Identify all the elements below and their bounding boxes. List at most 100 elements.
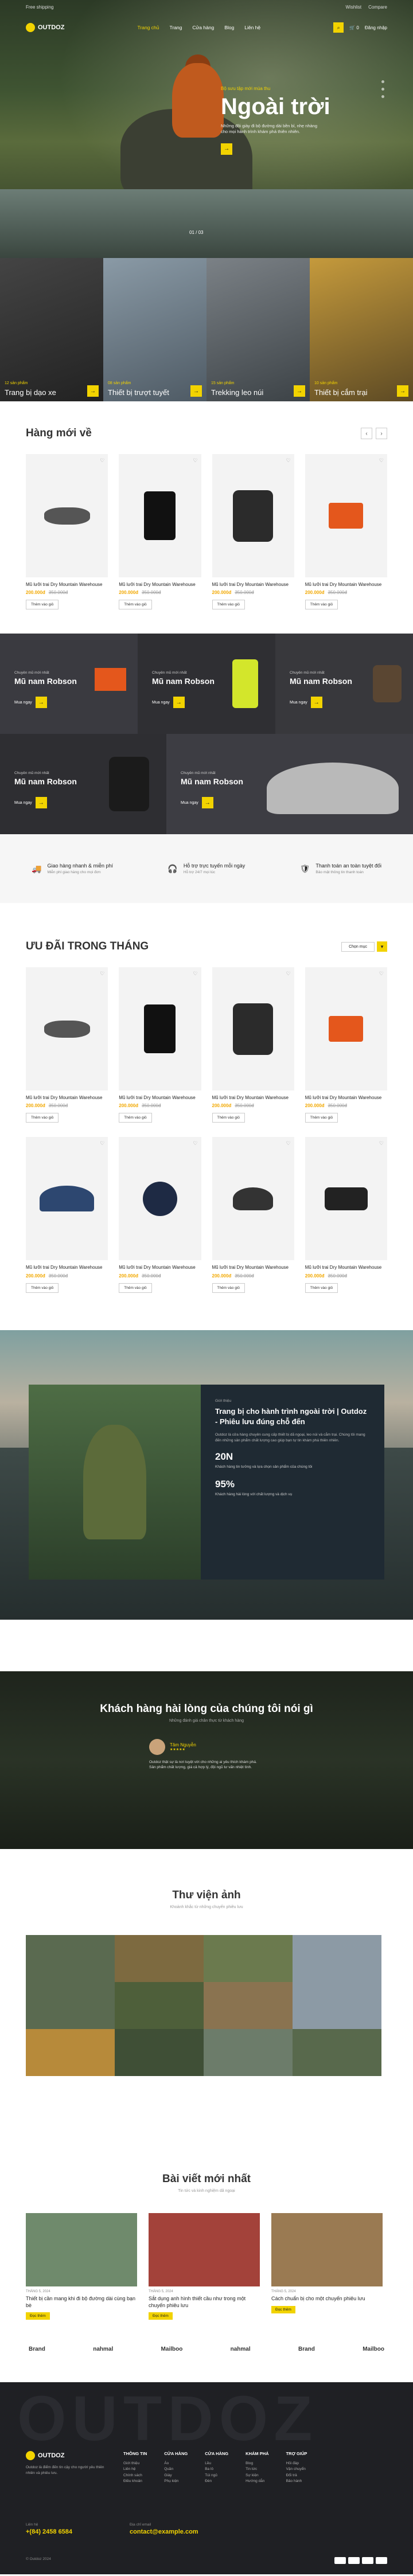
promo-banner[interactable]: Chuyên mũ mới nhất Mũ nam Robson Mua ngay… xyxy=(0,634,138,734)
new-arrivals-section: Hàng mới về ‹ › ♡ Mũ lưỡi trai Dry Mounta… xyxy=(0,427,413,634)
footer: OUTDOZ OUTDOZ Outdoz là điểm đến tin cậy … xyxy=(0,2382,413,2574)
gallery-image[interactable] xyxy=(26,1935,115,2029)
add-to-cart-button[interactable]: Thêm vào giỏ xyxy=(119,1113,152,1123)
gallery-section: Thư viện ảnh Khoảnh khắc từ những chuyến… xyxy=(0,1889,413,2150)
account-link[interactable]: Đăng nhập xyxy=(365,25,387,30)
brand-logo: nahmal xyxy=(230,2346,251,2352)
product-card[interactable]: ♡ Mũ lưỡi trai Dry Mountain Warehouse 20… xyxy=(305,454,387,610)
gallery-image[interactable] xyxy=(115,1935,204,1982)
about-eyebrow: Giới thiệu xyxy=(215,1399,232,1403)
category-ski[interactable]: 08 sản phẩm Thiết bị trượt tuyết → xyxy=(103,258,206,401)
arrow-right-icon: → xyxy=(87,385,99,397)
add-to-cart-button[interactable]: Thêm vào giỏ xyxy=(26,600,59,610)
product-card[interactable]: ♡ Mũ lưỡi trai Dry Mountain Warehouse 200.… xyxy=(119,1137,201,1293)
gallery-image[interactable] xyxy=(26,2029,115,2076)
add-to-cart-button[interactable]: Thêm vào giỏ xyxy=(305,600,338,610)
brand-logo: Brand xyxy=(29,2346,45,2352)
menu-item-shop[interactable]: Cửa hàng xyxy=(192,25,214,30)
gallery-image[interactable] xyxy=(293,1935,381,2029)
prev-arrow-icon[interactable]: ‹ xyxy=(361,428,372,439)
filter-select[interactable]: Chọn mục xyxy=(341,941,375,952)
category-biking[interactable]: 12 sản phẩm Trang bị dạo xe → xyxy=(0,258,103,401)
read-more-link[interactable]: Đọc thêm xyxy=(149,2312,173,2320)
menu-item-home[interactable]: Trang chủ xyxy=(138,25,159,30)
hero-subtitle: Bộ sưu tập mới mùa thu xyxy=(221,86,271,91)
gallery-image[interactable] xyxy=(115,2029,204,2076)
product-card[interactable]: ♡ Mũ lưỡi trai Dry Mountain Warehouse 20… xyxy=(119,454,201,610)
features-bar: 🚚 Giao hàng nhanh & miễn phí Miễn phí giao… xyxy=(0,834,413,903)
blog-post[interactable]: THÁNG 5, 2024 Cách chuẩn bị cho một chuyế… xyxy=(271,2213,383,2320)
add-to-cart-button[interactable]: Thêm vào giỏ xyxy=(212,1283,245,1293)
chevron-down-icon[interactable]: ▾ xyxy=(377,941,387,952)
add-to-cart-button[interactable]: Thêm vào giỏ xyxy=(305,1283,338,1293)
gallery-image[interactable] xyxy=(204,1982,293,2029)
logo[interactable]: OUTDOZ xyxy=(26,23,64,32)
category-trekking[interactable]: 15 sản phẩm Trekking leo núi → xyxy=(206,258,310,401)
heart-icon: ♡ xyxy=(379,1140,384,1147)
product-card[interactable]: ♡ Mũ lưỡi trai Dry Mountain Warehouse 200.… xyxy=(305,1137,387,1293)
gallery-image[interactable] xyxy=(115,1982,204,2029)
promo-banner[interactable]: Chuyên mũ mới nhất Mũ nam Robson Mua ngay… xyxy=(275,634,413,734)
search-icon[interactable]: ⌕ xyxy=(333,22,344,33)
heart-icon[interactable]: ♡ xyxy=(193,458,197,464)
payment-icons xyxy=(334,2557,387,2564)
add-to-cart-button[interactable]: Thêm vào giỏ xyxy=(26,1283,59,1293)
add-to-cart-button[interactable]: Thêm vào giỏ xyxy=(119,600,152,610)
gallery-image[interactable] xyxy=(293,2029,381,2076)
blog-post[interactable]: THÁNG 5, 2024 Sắt dụng anh hình thiết cầu… xyxy=(149,2213,260,2320)
add-to-cart-button[interactable]: Thêm vào giỏ xyxy=(305,1113,338,1123)
feature-item: 🎧 Hỗ trợ trực tuyến mỗi ngày Hỗ trợ 24/7 m… xyxy=(167,863,246,874)
next-arrow-icon[interactable]: › xyxy=(376,428,387,439)
arrow-right-icon: → xyxy=(35,797,47,808)
topbar-left: Free shipping xyxy=(26,4,54,10)
section-subtitle: Khoảnh khắc từ những chuyến phiêu lưu xyxy=(170,1905,243,1909)
product-card[interactable]: ♡ Mũ lưỡi trai Dry Mountain Warehouse 200.… xyxy=(26,1137,108,1293)
heart-icon[interactable]: ♡ xyxy=(100,458,104,464)
testimonials-section: Khách hàng hài lòng của chúng tôi nói gì… xyxy=(0,1671,413,1849)
stat-value: 95% xyxy=(215,1479,235,1490)
main-nav: OUTDOZ Trang chủ Trang Cửa hàng Blog Liê… xyxy=(26,19,387,36)
read-more-link[interactable]: Đọc thêm xyxy=(26,2312,50,2320)
heart-icon[interactable]: ♡ xyxy=(379,458,384,464)
about-title: Trang bị cho hành trình ngoài trời | Out… xyxy=(215,1407,367,1426)
slider-dots[interactable] xyxy=(381,80,384,98)
brand-logo: Mailboo xyxy=(363,2346,384,2352)
gallery-image[interactable] xyxy=(204,2029,293,2076)
section-subtitle: Những đánh giá chân thực từ khách hàng xyxy=(169,1719,244,1723)
promo-banner[interactable]: Chuyên mũ mới nhất Mũ nam Robson Mua ngay… xyxy=(0,734,166,834)
feature-item: 🚚 Giao hàng nhanh & miễn phí Miễn phí giao… xyxy=(32,863,114,874)
product-card[interactable]: ♡ Mũ lưỡi trai Dry Mountain Warehouse 200.… xyxy=(305,967,387,1123)
compare-link[interactable]: Compare xyxy=(368,5,387,10)
menu-item-contact[interactable]: Liên hệ xyxy=(244,25,260,30)
brand-logo: Brand xyxy=(298,2346,315,2352)
gallery-image[interactable] xyxy=(204,1935,293,1982)
product-card[interactable]: ♡ Mũ lưỡi trai Dry Mountain Warehouse 200.… xyxy=(212,1137,294,1293)
menu-item-blog[interactable]: Blog xyxy=(224,25,234,30)
add-to-cart-button[interactable]: Thêm vào giỏ xyxy=(212,1113,245,1123)
hero-arrow-button[interactable]: → xyxy=(221,143,232,155)
heart-icon: ♡ xyxy=(286,1140,291,1147)
product-card[interactable]: ♡ Mũ lưỡi trai Dry Mountain Warehouse 20… xyxy=(212,454,294,610)
product-card[interactable]: ♡ Mũ lưỡi trai Dry Mountain Warehouse 200.… xyxy=(26,967,108,1123)
footer-phone: +(84) 2458 6584 xyxy=(26,2528,73,2535)
cart-icon[interactable]: 🛒 0 xyxy=(349,25,359,30)
wishlist-link[interactable]: Wishlist xyxy=(346,5,362,10)
promo-banner[interactable]: Chuyên mũ mới nhất Mũ nam Robson Mua ngay… xyxy=(166,734,413,834)
add-to-cart-button[interactable]: Thêm vào giỏ xyxy=(26,1113,59,1123)
blog-post[interactable]: THÁNG 5, 2024 Thiết bị cần mang khi đi bộ… xyxy=(26,2213,137,2320)
footer-email[interactable]: contact@example.com xyxy=(130,2528,198,2535)
category-camping[interactable]: 10 sản phẩm Thiết bị cắm trại → xyxy=(310,258,413,401)
add-to-cart-button[interactable]: Thêm vào giỏ xyxy=(119,1283,152,1293)
read-more-link[interactable]: Đọc thêm xyxy=(271,2305,295,2313)
product-card[interactable]: ♡ Mũ lưỡi trai Dry Mountain Warehouse 200.… xyxy=(212,967,294,1123)
menu-item-pages[interactable]: Trang xyxy=(170,25,182,30)
promo-banner[interactable]: Chuyên mũ mới nhất Mũ nam Robson Mua ngay… xyxy=(138,634,275,734)
product-card[interactable]: ♡ Mũ lưỡi trai Dry Mountain Warehouse 20… xyxy=(26,454,108,610)
brand-logo: nahmal xyxy=(93,2346,114,2352)
heart-icon[interactable]: ♡ xyxy=(286,458,291,464)
product-card[interactable]: ♡ Mũ lưỡi trai Dry Mountain Warehouse 200.… xyxy=(119,967,201,1123)
heart-icon: ♡ xyxy=(193,971,198,976)
heart-icon: ♡ xyxy=(100,971,105,976)
add-to-cart-button[interactable]: Thêm vào giỏ xyxy=(212,600,245,610)
brand-logo: Mailboo xyxy=(161,2346,183,2352)
